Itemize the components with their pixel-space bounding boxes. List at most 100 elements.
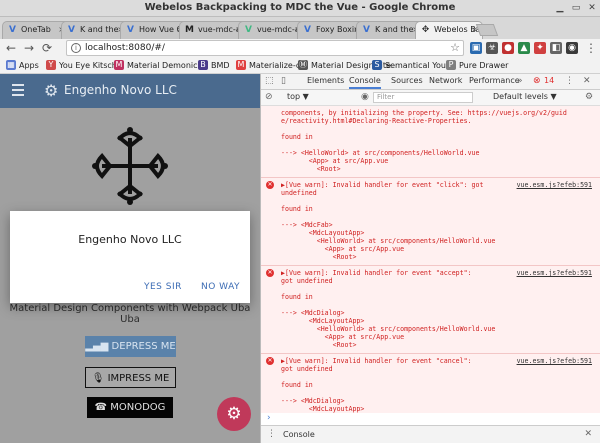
settings-fab[interactable]: ⚙ xyxy=(217,397,251,431)
console-prompt[interactable]: › xyxy=(261,413,600,425)
tab-network[interactable]: Network xyxy=(429,76,462,85)
more-tabs-icon[interactable]: » xyxy=(517,76,523,86)
bookmark-item[interactable]: S Semantical You xyxy=(372,59,446,72)
tab-favicon-icon: V xyxy=(127,25,134,35)
error-count-icon[interactable]: ⊗ xyxy=(533,76,541,86)
console-output: components, by initializing the property… xyxy=(261,106,600,413)
extension-icon[interactable]: ☣ xyxy=(486,42,498,54)
drawer-tab-console[interactable]: Console xyxy=(283,430,315,439)
signal-icon: ▂▄▆ xyxy=(85,341,112,352)
devtools-drawer: ⋮ Console ✕ xyxy=(261,425,600,443)
bookmark-icon: M xyxy=(114,60,124,70)
devtools-tabs: ⬚ ▯ Elements Console Sources Network Per… xyxy=(261,74,600,90)
tab-0[interactable]: VOneTab× xyxy=(2,21,70,39)
console-settings-icon[interactable]: ⚙ xyxy=(585,92,593,102)
extension-icon[interactable]: ✦ xyxy=(534,42,546,54)
menu-icon[interactable] xyxy=(12,84,24,96)
log-levels-select[interactable]: Default levels ▼ xyxy=(493,92,557,101)
console-error-message: ✕ vue.esm.js?efeb:591 ▶[Vue warn]: Invalid… xyxy=(261,354,600,413)
console-line: e/reactivity.html#Declaring-Reactive-Pro… xyxy=(281,117,472,125)
console-line: <App> at src/App.vue xyxy=(281,245,405,253)
extension-icon[interactable]: ◉ xyxy=(566,42,578,54)
console-line: found in xyxy=(281,381,313,389)
reload-icon[interactable]: ⟳ xyxy=(40,41,54,55)
phone-icon: ☎ xyxy=(94,402,111,413)
bookmark-label: Pure Drawer xyxy=(459,61,509,70)
tab-sources[interactable]: Sources xyxy=(391,76,423,85)
context-select[interactable]: top ▼ xyxy=(287,92,309,101)
console-line: <HelloWorld> at src/components/HelloWorl… xyxy=(281,237,496,245)
eye-icon[interactable]: ◉ xyxy=(361,92,369,102)
tab-favicon-icon: V xyxy=(304,25,311,35)
extension-icon[interactable]: ▲ xyxy=(518,42,530,54)
tab-favicon-icon: ✥ xyxy=(421,25,430,35)
forward-icon[interactable]: → xyxy=(22,41,36,55)
clear-console-icon[interactable]: ⊘ xyxy=(265,92,273,102)
tab-elements[interactable]: Elements xyxy=(307,76,344,85)
tab-5[interactable]: VFoxy Boxing× xyxy=(297,21,365,39)
extension-icon[interactable]: ▣ xyxy=(470,42,482,54)
address-bar[interactable]: i localhost:8080/#/ ☆ xyxy=(66,40,464,56)
console-line: got undefined xyxy=(281,365,333,373)
tab-7[interactable]: ✥ Webelos Ba × xyxy=(415,21,483,39)
source-link[interactable]: vue.esm.js?efeb:591 xyxy=(517,357,592,365)
console-filter-bar: ⊘ top ▼ ◉ Filter Default levels ▼ ⚙ xyxy=(261,90,600,106)
inspect-icon[interactable]: ⬚ xyxy=(265,76,274,86)
tab-6[interactable]: VK and the S× xyxy=(356,21,424,39)
bookmark-star-icon[interactable]: ☆ xyxy=(450,41,460,55)
bookmark-label: Apps xyxy=(19,61,39,70)
tab-2[interactable]: VHow Vue Cli× xyxy=(120,21,188,39)
tab-favicon-icon: V xyxy=(245,25,252,35)
close-icon[interactable]: ✕ xyxy=(586,3,598,14)
console-error-message: components, by initializing the property… xyxy=(261,106,600,178)
bookmark-icon: B xyxy=(198,60,208,70)
bookmark-item[interactable]: M Material Demonics xyxy=(114,59,202,72)
title-bar: Webelos Backpacking to MDC the Vue - Goo… xyxy=(0,0,600,17)
tab-4[interactable]: Vvue-mdc-ad× xyxy=(238,21,306,39)
tab-favicon-icon: V xyxy=(9,25,16,35)
chrome-menu-icon[interactable]: ⋮ xyxy=(584,41,598,55)
tab-performance[interactable]: Performance xyxy=(469,76,520,85)
drawer-close-icon[interactable]: ✕ xyxy=(584,429,592,439)
source-link[interactable]: vue.esm.js?efeb:591 xyxy=(517,269,592,277)
info-icon[interactable]: i xyxy=(71,43,81,53)
minimize-icon[interactable]: ▁ xyxy=(554,3,566,14)
console-filter-input[interactable]: Filter xyxy=(373,92,473,103)
devtools-close-icon[interactable]: ✕ xyxy=(583,76,591,86)
tab-1[interactable]: VK and the S× xyxy=(61,21,129,39)
bookmark-icon: S xyxy=(372,60,382,70)
console-line: undefined xyxy=(281,189,317,197)
microphone-icon: 🎙 xyxy=(91,373,108,384)
console-line: <App> at src/App.vue xyxy=(281,333,405,341)
dialog-cancel-button[interactable]: NO WAY xyxy=(201,282,240,292)
monodog-button[interactable]: ☎ MONODOG xyxy=(87,397,173,418)
bookmark-item[interactable]: Y You Eye Kitsch xyxy=(46,59,117,72)
new-tab-button[interactable] xyxy=(475,24,499,36)
bookmark-item[interactable]: ▦ Apps xyxy=(6,59,39,72)
tab-3[interactable]: Mvue-mdc-ad× xyxy=(179,21,247,39)
drawer-menu-icon[interactable]: ⋮ xyxy=(267,429,276,439)
back-icon[interactable]: ← xyxy=(4,41,18,55)
devtools-menu-icon[interactable]: ⋮ xyxy=(565,76,574,86)
device-toggle-icon[interactable]: ▯ xyxy=(281,76,286,86)
bookmark-label: BMD xyxy=(211,61,230,70)
extension-icon[interactable]: ● xyxy=(502,42,514,54)
console-line: found in xyxy=(281,133,313,141)
extension-icon[interactable]: ◧ xyxy=(550,42,562,54)
bookmarks-bar: ▦ Apps Y You Eye Kitsch M Material Demonics B B… xyxy=(0,57,600,74)
tab-console[interactable]: Console xyxy=(349,76,381,89)
impress-me-button[interactable]: 🎙 IMPRESS ME xyxy=(85,367,176,388)
maximize-icon[interactable]: ▭ xyxy=(570,3,582,14)
dialog-accept-button[interactable]: YES SIR xyxy=(144,282,182,292)
source-link[interactable]: vue.esm.js?efeb:591 xyxy=(517,181,592,189)
depress-me-button[interactable]: ▂▄▆ DEPRESS ME xyxy=(85,336,176,357)
bookmark-item[interactable]: B BMD xyxy=(198,59,230,72)
console-line: components, by initializing the property… xyxy=(281,109,567,117)
bookmark-item[interactable]: M Materialize-o xyxy=(236,59,301,72)
bookmark-item[interactable]: P Pure Drawer xyxy=(446,59,508,72)
gear-logo-icon: ⚙ xyxy=(44,81,59,100)
